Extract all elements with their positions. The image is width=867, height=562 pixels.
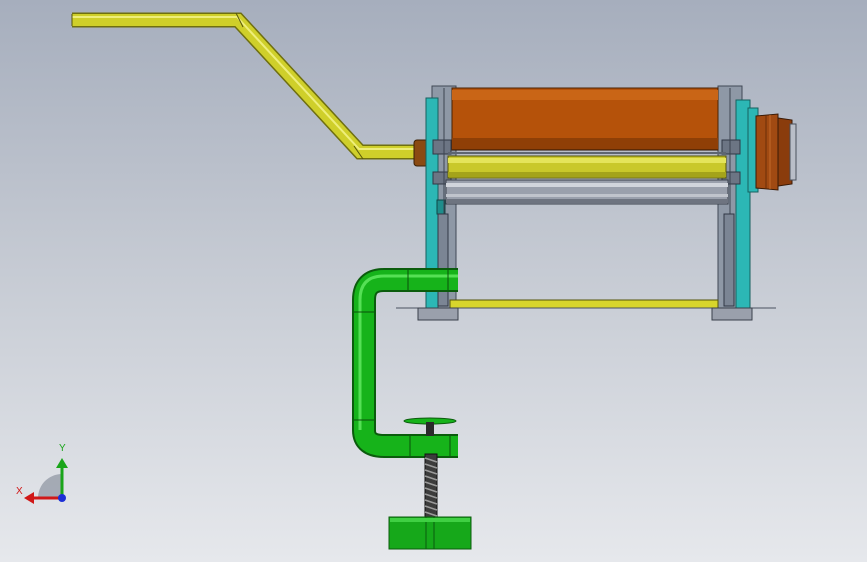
y-axis-label: Y: [59, 443, 66, 454]
upper-roller[interactable]: [451, 87, 719, 151]
middle-roller[interactable]: [447, 155, 727, 179]
clamp-pad: [403, 417, 457, 436]
lower-roller[interactable]: [445, 179, 729, 205]
x-axis-label: X: [16, 486, 23, 497]
drive-pulley[interactable]: [747, 107, 797, 193]
axis-triad: [24, 458, 68, 504]
right-foot: [711, 307, 753, 321]
clamp-screw[interactable]: [424, 453, 438, 521]
pasta-machine-assembly[interactable]: [0, 0, 867, 562]
left-foot: [417, 307, 459, 321]
clamp-knob[interactable]: [388, 516, 472, 550]
cad-viewport[interactable]: Y X: [0, 0, 867, 562]
crank-handle[interactable]: [71, 12, 418, 160]
